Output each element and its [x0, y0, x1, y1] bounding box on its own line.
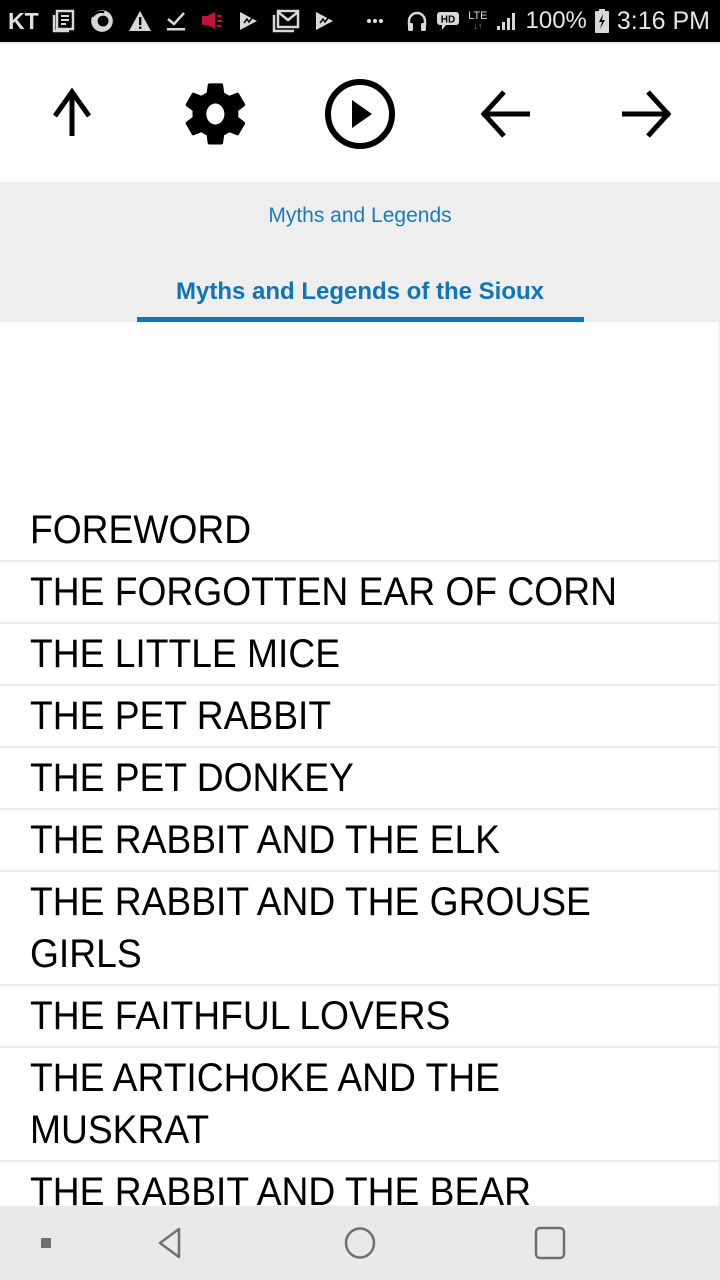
svg-text:HD: HD [441, 15, 455, 26]
chapter-item[interactable]: THE RABBIT AND THE ELK [0, 810, 720, 872]
back-icon [158, 1227, 181, 1259]
warning-icon [128, 10, 152, 32]
system-icons: HD LTE ↓↑ 100% 3:16 PM [406, 0, 710, 42]
chapter-item[interactable]: THE ARTICHOKE AND THE MUSKRAT [0, 1048, 720, 1162]
arrow-up-icon [52, 87, 92, 136]
up-button[interactable] [32, 74, 112, 154]
play-store-icon [237, 10, 259, 32]
carrier-label: KT [8, 7, 39, 34]
overview-icon [534, 1226, 566, 1260]
chapter-item[interactable]: FOREWORD [0, 500, 720, 562]
home-icon [344, 1227, 376, 1259]
recent-apps-dot-icon [41, 1238, 51, 1248]
navigation-bar [0, 1206, 720, 1280]
book-header: Myths and Legends Myths and Legends of t… [0, 182, 720, 322]
battery-percent: 100% [525, 7, 587, 34]
chapter-list: FOREWORD THE FORGOTTEN EAR OF CORN THE L… [0, 500, 720, 1224]
firefox-icon [89, 8, 115, 34]
hd-voice-icon: HD [436, 10, 460, 32]
chapter-item[interactable]: THE FAITHFUL LOVERS [0, 986, 720, 1048]
back-button[interactable] [148, 1223, 192, 1263]
lte-label: LTE [468, 10, 488, 22]
mail-icon [272, 9, 300, 33]
chapter-item[interactable]: THE PET DONKEY [0, 748, 720, 810]
play-store-icon [313, 10, 335, 32]
recent-apps-dot-button[interactable] [36, 1223, 56, 1263]
arrow-left-icon [480, 90, 530, 138]
more-dots-icon [366, 18, 384, 24]
previous-button[interactable] [464, 74, 544, 154]
chapter-item[interactable]: THE RABBIT AND THE GROUSE GIRLS [0, 872, 720, 986]
lte-icon: LTE ↓↑ [468, 10, 488, 32]
chapter-item[interactable]: THE LITTLE MICE [0, 624, 720, 686]
megaphone-icon [200, 10, 224, 32]
home-button[interactable] [338, 1223, 382, 1263]
active-tab-indicator [137, 317, 584, 322]
notification-icons: KT [8, 0, 384, 42]
headphones-icon [406, 10, 428, 32]
chapter-item[interactable]: THE FORGOTTEN EAR OF CORN [0, 562, 720, 624]
battery-charging-icon [594, 9, 609, 33]
download-done-icon [165, 10, 187, 32]
breadcrumb-link[interactable]: Myths and Legends [0, 204, 720, 228]
book-title-tab[interactable]: Myths and Legends of the Sioux [0, 278, 720, 306]
clock: 3:16 PM [616, 6, 710, 35]
overview-button[interactable] [528, 1223, 572, 1263]
toolbar [0, 42, 720, 182]
news-icon [52, 9, 76, 33]
play-circle-icon [325, 79, 395, 149]
play-button[interactable] [320, 74, 400, 154]
status-bar: KT HD LTE ↓↑ 100% 3:16 PM [0, 0, 720, 42]
gear-icon [185, 83, 246, 145]
chapter-item[interactable]: THE PET RABBIT [0, 686, 720, 748]
next-button[interactable] [608, 74, 688, 154]
settings-button[interactable] [176, 74, 256, 154]
arrow-right-icon [622, 90, 672, 138]
signal-icon [496, 11, 518, 31]
